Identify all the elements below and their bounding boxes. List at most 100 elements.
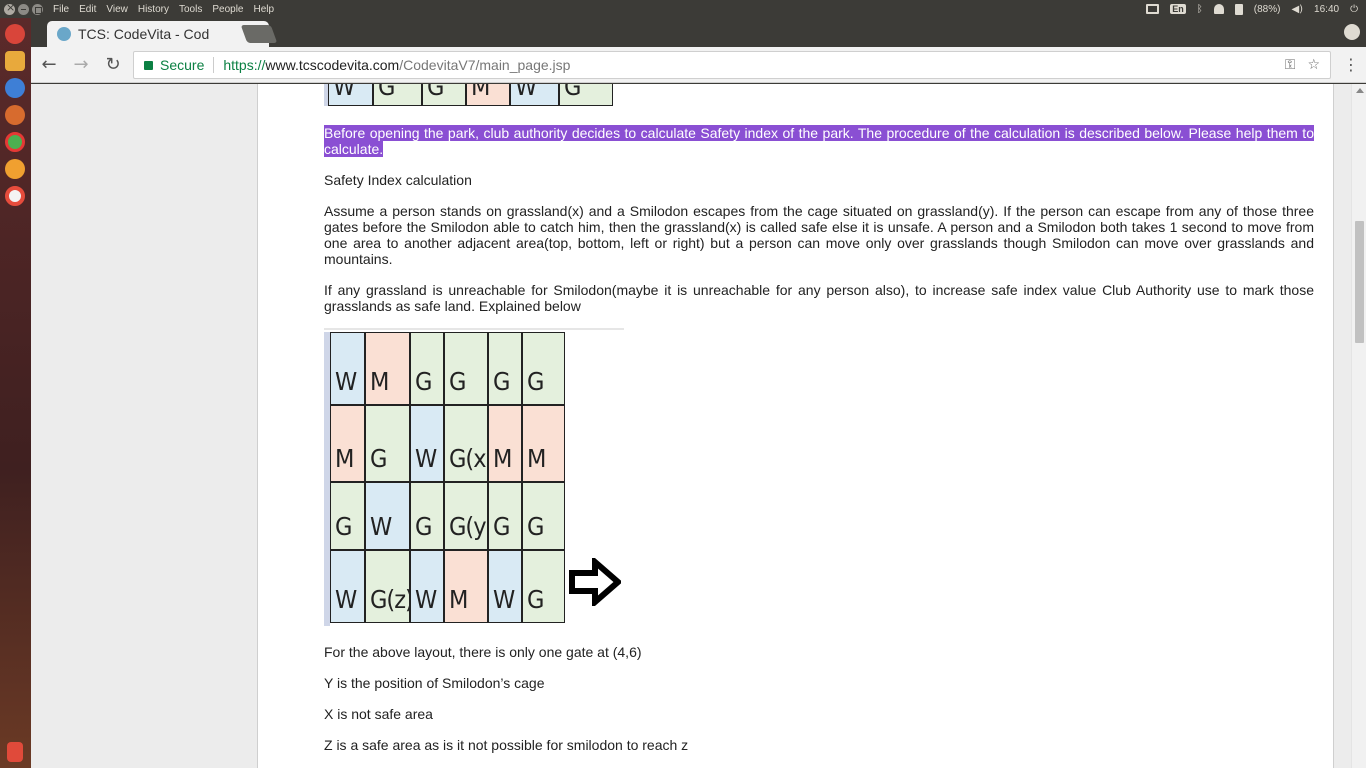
trash-icon[interactable] [7,742,23,762]
grid-cell: M [365,332,410,405]
screen-icon[interactable] [1146,4,1160,14]
page-viewport: WGGMWG Before opening the park, club aut… [31,84,1366,768]
browser-menu-icon[interactable]: ⋮ [1343,55,1359,74]
grid-cell: M [522,405,565,482]
line-z-safe: Z is a safe area as is it not possible f… [324,737,689,753]
profile-icon[interactable] [1344,24,1360,40]
scrollbar-thumb[interactable] [1355,221,1364,343]
grid-cell: G(x) [444,405,494,482]
top-grid-cell: G [373,84,422,106]
window-close-button[interactable] [4,1,15,15]
url-path: /CodevitaV7/main_page.jsp [399,56,571,73]
new-tab-button[interactable] [240,25,278,43]
grid-cell: W [410,405,444,482]
grid-cell: G [410,332,444,405]
grid-cell: W [330,332,365,405]
scroll-up-arrow-icon[interactable] [1356,88,1364,93]
window-minimize-button[interactable] [18,3,29,15]
grid-cell: G [522,332,565,405]
lock-icon[interactable] [144,61,153,70]
active-tab[interactable]: TCS: CodeVita - Cod × [47,21,269,47]
app-menus: File Edit View History Tools People Help [53,4,274,15]
notification-bell-icon[interactable] [1213,4,1224,14]
menu-people[interactable]: People [212,4,243,15]
key-icon[interactable]: ⚿ [1285,57,1296,73]
battery-percent: (88%) [1253,3,1281,15]
power-icon[interactable]: ⏻ [1350,4,1358,15]
window-maximize-button[interactable] [32,3,43,15]
page-scrollbar[interactable] [1351,84,1366,768]
battery-icon[interactable] [1234,3,1243,15]
menu-history[interactable]: History [138,4,169,15]
browser-toolbar: ← → ↻ Secure https:// www.tcscodevita.co… [31,47,1366,83]
park-grid: W M G G G G M G W G(x) M M G W G G(y) G G W G(z) W M W G [324,332,565,626]
forward-button[interactable]: → [67,51,95,79]
firefox-icon[interactable] [5,105,25,125]
section-heading: Safety Index calculation [324,172,472,188]
line-x-not-safe: X is not safe area [324,706,433,722]
grid-cell: G(z) [365,550,414,623]
highlighted-paragraph: Before opening the park, club authority … [324,125,1314,157]
keyboard-layout-indicator[interactable]: En [1170,4,1186,14]
top-grid-partial: WGGMWG [324,84,621,106]
grid-cell: G [444,332,488,405]
top-grid-cell: W [328,84,373,106]
volume-icon[interactable]: ◀) [1291,4,1303,15]
top-grid-cell: W [510,84,559,106]
window-controls [0,1,43,15]
top-grid-cell: G [422,84,466,106]
grid-cell: M [488,405,522,482]
top-grid-cell: G [559,84,613,106]
codevita-favicon-icon [57,27,71,41]
tab-title: TCS: CodeVita - Cod [78,26,210,42]
system-tray: En ᛒ (88%) ◀) 16:40 ⏻ [1146,3,1366,15]
address-bar[interactable]: Secure https:// www.tcscodevita.com /Cod… [133,50,1331,79]
grid-cell: G [488,482,522,550]
launcher-sidebar [0,18,31,768]
address-separator [213,56,215,73]
top-grid-cell: M [466,84,510,106]
url-scheme: https:// [223,56,266,73]
grid-cell: G [522,482,565,550]
grid-cell: G(y) [444,482,494,550]
menu-view[interactable]: View [106,4,128,15]
menu-tools[interactable]: Tools [179,4,202,15]
omnibox-actions: ⚿ ☆ [1285,57,1320,73]
back-button[interactable]: ← [35,51,63,79]
dash-icon[interactable] [5,24,25,44]
grid-cell: W [488,550,522,623]
url-host: www.tcscodevita.com [265,56,400,73]
files-icon[interactable] [5,51,25,71]
paragraph-2: If any grassland is unreachable for Smil… [324,282,1314,314]
grid-cell: G [330,482,365,550]
grid-cell: W [330,550,365,623]
line-y-position: Y is the position of Smilodon’s cage [324,675,545,691]
paragraph-1: Assume a person stands on grassland(x) a… [324,203,1314,267]
grid-cell: G [410,482,444,550]
grid-cell: M [444,550,488,623]
browser-icon[interactable] [5,78,25,98]
secure-label[interactable]: Secure [160,57,204,73]
clock[interactable]: 16:40 [1314,4,1339,15]
bluetooth-icon[interactable]: ᛒ [1197,4,1203,15]
grid-cell: W [365,482,410,550]
right-arrow-icon [569,558,621,606]
selected-text: Before opening the park, club authority … [324,125,1314,157]
park-layout-image: W M G G G G M G W G(x) M M G W G G(y) G G W G(z) W M W G [324,328,624,628]
update-icon[interactable] [5,186,25,206]
grid-cell: W [410,550,444,623]
menu-help[interactable]: Help [253,4,274,15]
menu-file[interactable]: File [53,4,69,15]
grid-cell: G [488,332,522,405]
reload-button[interactable]: ↻ [99,51,127,79]
os-menubar: File Edit View History Tools People Help… [0,0,1366,18]
chrome-icon[interactable] [5,132,25,152]
problem-content: WGGMWG Before opening the park, club aut… [257,84,1334,768]
tab-strip: TCS: CodeVita - Cod × [31,18,1366,47]
line-gate-info: For the above layout, there is only one … [324,644,642,660]
bookmark-star-icon[interactable]: ☆ [1307,57,1320,73]
menu-edit[interactable]: Edit [79,4,96,15]
app-icon[interactable] [5,159,25,179]
grid-cell: M [330,405,365,482]
grid-cell: G [522,550,565,623]
